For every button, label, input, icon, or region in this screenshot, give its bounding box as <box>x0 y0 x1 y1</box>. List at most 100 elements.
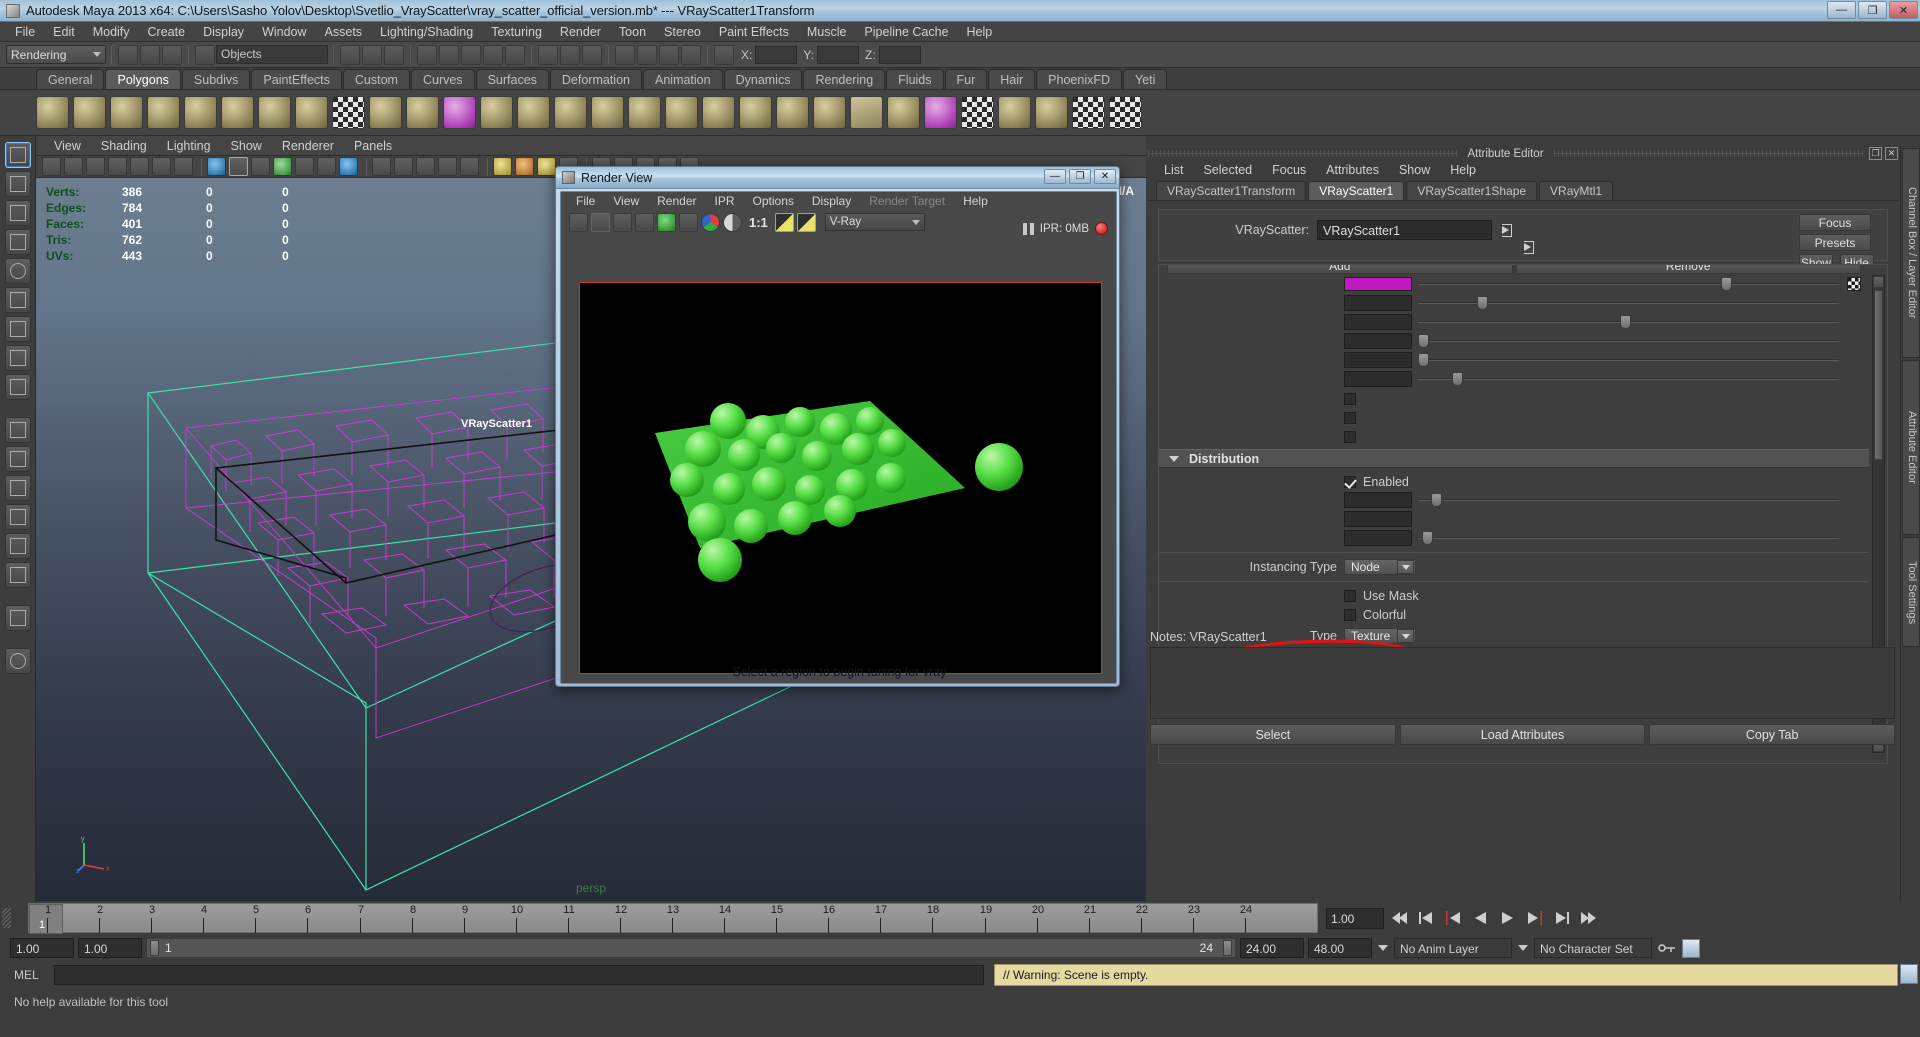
step-forward-key-button[interactable] <box>1550 907 1573 929</box>
viewport-menu-show[interactable]: Show <box>221 136 272 156</box>
grid-toggle-icon[interactable] <box>152 157 171 176</box>
snap-to-grid-icon[interactable] <box>417 44 437 65</box>
shelf-item-27[interactable] <box>998 96 1031 129</box>
render-view-close-button[interactable]: ✕ <box>1094 169 1116 184</box>
shelf-tab-surfaces[interactable]: Surfaces <box>475 69 549 89</box>
close-panel-icon[interactable]: ✕ <box>1885 147 1899 160</box>
scrollbar-thumb[interactable] <box>1874 290 1883 460</box>
shelf-item-25[interactable] <box>924 96 957 129</box>
notes-textarea[interactable] <box>1150 647 1895 719</box>
universal-manipulator-tool[interactable] <box>4 316 31 342</box>
window-controls[interactable]: — ❐ ✕ <box>1827 1 1918 19</box>
panel-window-controls[interactable]: ❐ ✕ <box>1869 147 1899 160</box>
minimize-button[interactable]: — <box>1827 1 1856 19</box>
probability-field[interactable] <box>1344 295 1412 311</box>
xray-joints-icon[interactable] <box>394 157 413 176</box>
playback-end-field[interactable]: 48.00 <box>1308 938 1372 958</box>
new-scene-button[interactable] <box>118 44 138 65</box>
anim-layer-dropdown-icon[interactable] <box>1376 938 1390 958</box>
shaded-mode-icon[interactable] <box>207 157 226 176</box>
viewport-menu-panels[interactable]: Panels <box>344 136 402 156</box>
three-pane-layout-button[interactable] <box>4 475 31 501</box>
shelf-item-12[interactable] <box>443 96 476 129</box>
shadows-icon[interactable] <box>295 157 314 176</box>
shelf-tab-painteffects[interactable]: PaintEffects <box>251 69 342 89</box>
shelf-tab-yeti[interactable]: Yeti <box>1123 69 1168 89</box>
render-view-menu-ipr[interactable]: IPR <box>706 192 744 210</box>
pause-icon[interactable] <box>1022 222 1034 235</box>
paint-select-tool[interactable] <box>4 200 31 226</box>
menu-set-selector[interactable]: Rendering <box>6 45 106 64</box>
shelf-tab-fluids[interactable]: Fluids <box>886 69 944 89</box>
refresh-icon[interactable] <box>657 212 676 232</box>
ae-menu-selected[interactable]: Selected <box>1193 161 1262 180</box>
apply-offset-row[interactable] <box>1159 409 1869 426</box>
menu-display[interactable]: Display <box>194 22 253 42</box>
shelf-item-13[interactable] <box>480 96 513 129</box>
show-manipulator-tool[interactable] <box>4 374 31 400</box>
shelf-item-1[interactable] <box>36 96 69 129</box>
shelf-item-30[interactable] <box>1109 96 1142 129</box>
probability-slider[interactable] <box>1418 295 1839 311</box>
hud-toggle-icon[interactable] <box>493 157 512 176</box>
film-gate-icon[interactable] <box>174 157 193 176</box>
ae-tab-vrayscatter1transform[interactable]: VRayScatter1Transform <box>1156 181 1307 200</box>
instancing-type-dropdown[interactable]: Node <box>1344 559 1416 575</box>
panel-grip-handle[interactable] <box>1148 150 1458 157</box>
menu-modify[interactable]: Modify <box>84 22 139 42</box>
focus-button[interactable]: Focus <box>1799 214 1871 231</box>
range-start-field[interactable]: 1.00 <box>10 938 74 958</box>
rail-tab-tool-settings[interactable]: Tool Settings <box>1902 537 1920 647</box>
help-tool-button[interactable] <box>4 648 31 674</box>
four-pane-layout-button[interactable] <box>4 504 31 530</box>
animation-end-field[interactable]: 24.00 <box>1240 938 1304 958</box>
key-icon[interactable] <box>1656 938 1678 958</box>
display-real-size-icon[interactable] <box>774 212 794 232</box>
shelf-tab-subdivs[interactable]: Subdivs <box>181 69 251 89</box>
shelf-item-21[interactable] <box>776 96 809 129</box>
select-tool[interactable] <box>4 142 31 168</box>
snap-to-projected-center-icon[interactable] <box>483 44 503 65</box>
shelf-item-19[interactable] <box>702 96 735 129</box>
two-pane-layout-button[interactable] <box>4 446 31 472</box>
menu-toon[interactable]: Toon <box>610 22 655 42</box>
xray-mode-icon[interactable] <box>317 157 336 176</box>
step-back-key-button[interactable] <box>1415 907 1438 929</box>
menu-paint-effects[interactable]: Paint Effects <box>710 22 798 42</box>
shelf-item-22[interactable] <box>813 96 846 129</box>
viewport-renderer-icon[interactable] <box>460 157 479 176</box>
chevron-down-icon[interactable] <box>1397 560 1414 574</box>
gamma-icon[interactable] <box>438 157 457 176</box>
play-forwards-button[interactable] <box>1496 907 1519 929</box>
load-attributes-button[interactable]: Load Attributes <box>1399 724 1646 745</box>
image-plane-icon[interactable] <box>108 157 127 176</box>
shelf-tab-dynamics[interactable]: Dynamics <box>723 69 803 89</box>
shelf-item-15[interactable] <box>554 96 587 129</box>
renderer-selector[interactable]: V-Ray <box>824 213 925 231</box>
keep-image-icon[interactable] <box>796 212 816 232</box>
render-settings-icon[interactable] <box>582 44 602 65</box>
render-globals-icon[interactable] <box>681 44 701 65</box>
shelf-item-6[interactable] <box>221 96 254 129</box>
wireframe-mode-icon[interactable] <box>229 157 248 176</box>
shelf-tab-curves[interactable]: Curves <box>410 69 475 89</box>
single-pane-layout-button[interactable] <box>4 417 31 443</box>
shelf-item-26[interactable] <box>961 96 994 129</box>
height-slider[interactable] <box>1418 333 1839 349</box>
construction-history-off-icon[interactable] <box>560 44 580 65</box>
x-coord-field[interactable] <box>755 45 798 64</box>
select-by-hierarchy-button[interactable] <box>340 44 360 65</box>
script-editor-icon[interactable] <box>1900 964 1918 984</box>
apply-geometry-transform-checkbox[interactable] <box>1344 430 1356 443</box>
scale-tool[interactable] <box>4 287 31 313</box>
render-view-maximize-button[interactable]: ❐ <box>1069 169 1091 184</box>
add-button[interactable]: Add <box>1167 265 1513 274</box>
close-button[interactable]: ✕ <box>1889 1 1918 19</box>
shelf-item-11[interactable] <box>406 96 439 129</box>
selection-mask-icon[interactable] <box>195 44 215 65</box>
go-to-start-button[interactable] <box>1388 907 1411 929</box>
render-region-icon[interactable] <box>569 212 588 232</box>
shelf-item-8[interactable] <box>295 96 328 129</box>
ae-tab-vrayscatter1shape[interactable]: VRayScatter1Shape <box>1406 181 1538 200</box>
step-back-frame-button[interactable] <box>1442 907 1465 929</box>
